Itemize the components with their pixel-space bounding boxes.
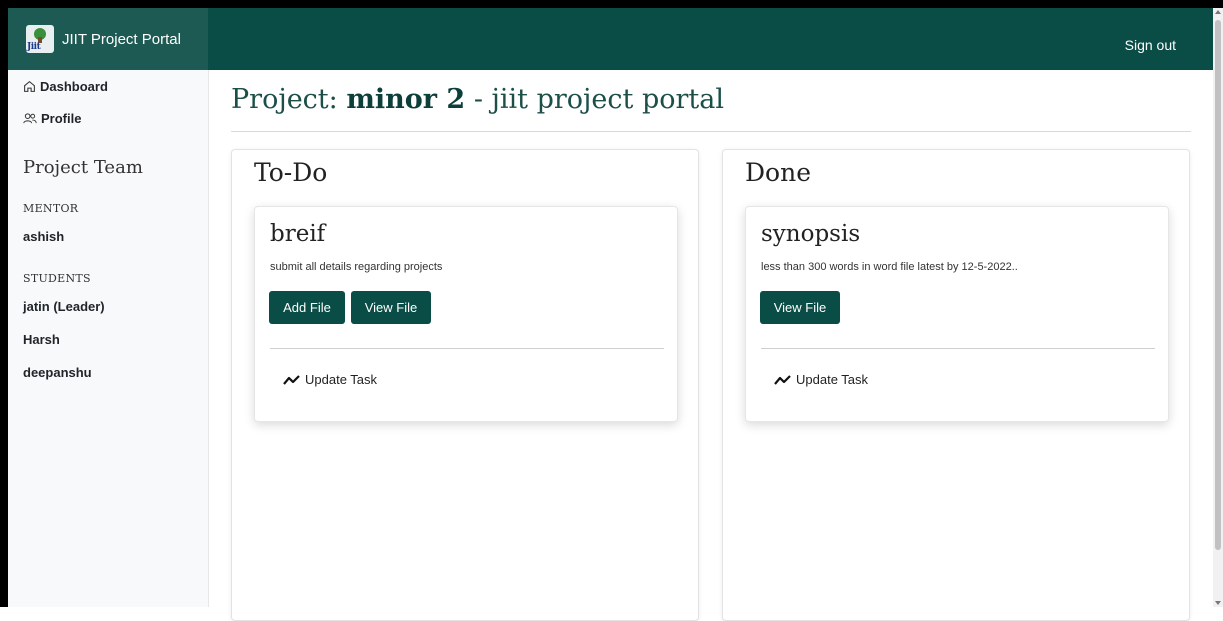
scrollbar-thumb[interactable] bbox=[1215, 20, 1221, 550]
trend-icon bbox=[283, 374, 300, 385]
trend-icon bbox=[774, 374, 791, 385]
project-name: minor 2 bbox=[346, 84, 466, 115]
view-file-button[interactable]: View File bbox=[351, 291, 431, 324]
task-description: submit all details regarding projects bbox=[270, 261, 443, 273]
student-name: jatin (Leader) bbox=[23, 299, 105, 314]
sign-out-link[interactable]: Sign out bbox=[1125, 37, 1176, 53]
app-title: JIIT Project Portal bbox=[62, 30, 181, 48]
page-scrollbar[interactable] bbox=[1213, 8, 1223, 607]
sidebar-item-profile[interactable]: Profile bbox=[23, 111, 81, 126]
sidebar-item-label: Dashboard bbox=[40, 79, 108, 94]
task-title: synopsis bbox=[761, 221, 861, 247]
sidebar: Dashboard Profile Project Team MENTOR as… bbox=[8, 70, 209, 607]
update-task-label: Update Task bbox=[305, 372, 378, 387]
people-icon bbox=[23, 113, 37, 124]
update-task-label: Update Task bbox=[796, 372, 869, 387]
page-title: Project: minor 2 - jiit project portal bbox=[231, 84, 724, 115]
done-column: Done synopsis less than 300 words in wor… bbox=[722, 149, 1190, 621]
view-file-button[interactable]: View File bbox=[760, 291, 840, 324]
scroll-up-arrow-icon[interactable] bbox=[1215, 10, 1221, 14]
scroll-down-arrow-icon[interactable] bbox=[1215, 601, 1221, 605]
students-caption: STUDENTS bbox=[23, 272, 91, 285]
project-team-heading: Project Team bbox=[23, 157, 143, 178]
mentor-caption: MENTOR bbox=[23, 202, 79, 215]
brand[interactable]: Jiit JIIT Project Portal bbox=[8, 8, 208, 70]
home-icon bbox=[24, 80, 35, 92]
logo-text: Jiit bbox=[27, 42, 41, 52]
student-name: deepanshu bbox=[23, 365, 92, 380]
student-name: Harsh bbox=[23, 332, 60, 347]
title-divider bbox=[231, 131, 1191, 132]
column-title: Done bbox=[745, 158, 811, 187]
task-card: synopsis less than 300 words in word fil… bbox=[745, 206, 1169, 422]
card-divider bbox=[761, 348, 1155, 349]
mentor-name: ashish bbox=[23, 229, 65, 244]
jiit-logo: Jiit bbox=[26, 25, 54, 53]
card-divider bbox=[270, 348, 664, 349]
column-title: To-Do bbox=[254, 158, 328, 187]
sidebar-item-dashboard[interactable]: Dashboard bbox=[23, 79, 108, 94]
add-file-button[interactable]: Add File bbox=[269, 291, 345, 324]
update-task-button[interactable]: Update Task bbox=[774, 372, 868, 387]
todo-column: To-Do breif submit all details regarding… bbox=[231, 149, 699, 621]
task-description: less than 300 words in word file latest … bbox=[761, 261, 1018, 273]
task-title: breif bbox=[270, 221, 326, 247]
task-card: breif submit all details regarding proje… bbox=[254, 206, 678, 422]
update-task-button[interactable]: Update Task bbox=[283, 372, 377, 387]
sidebar-item-label: Profile bbox=[41, 111, 82, 126]
